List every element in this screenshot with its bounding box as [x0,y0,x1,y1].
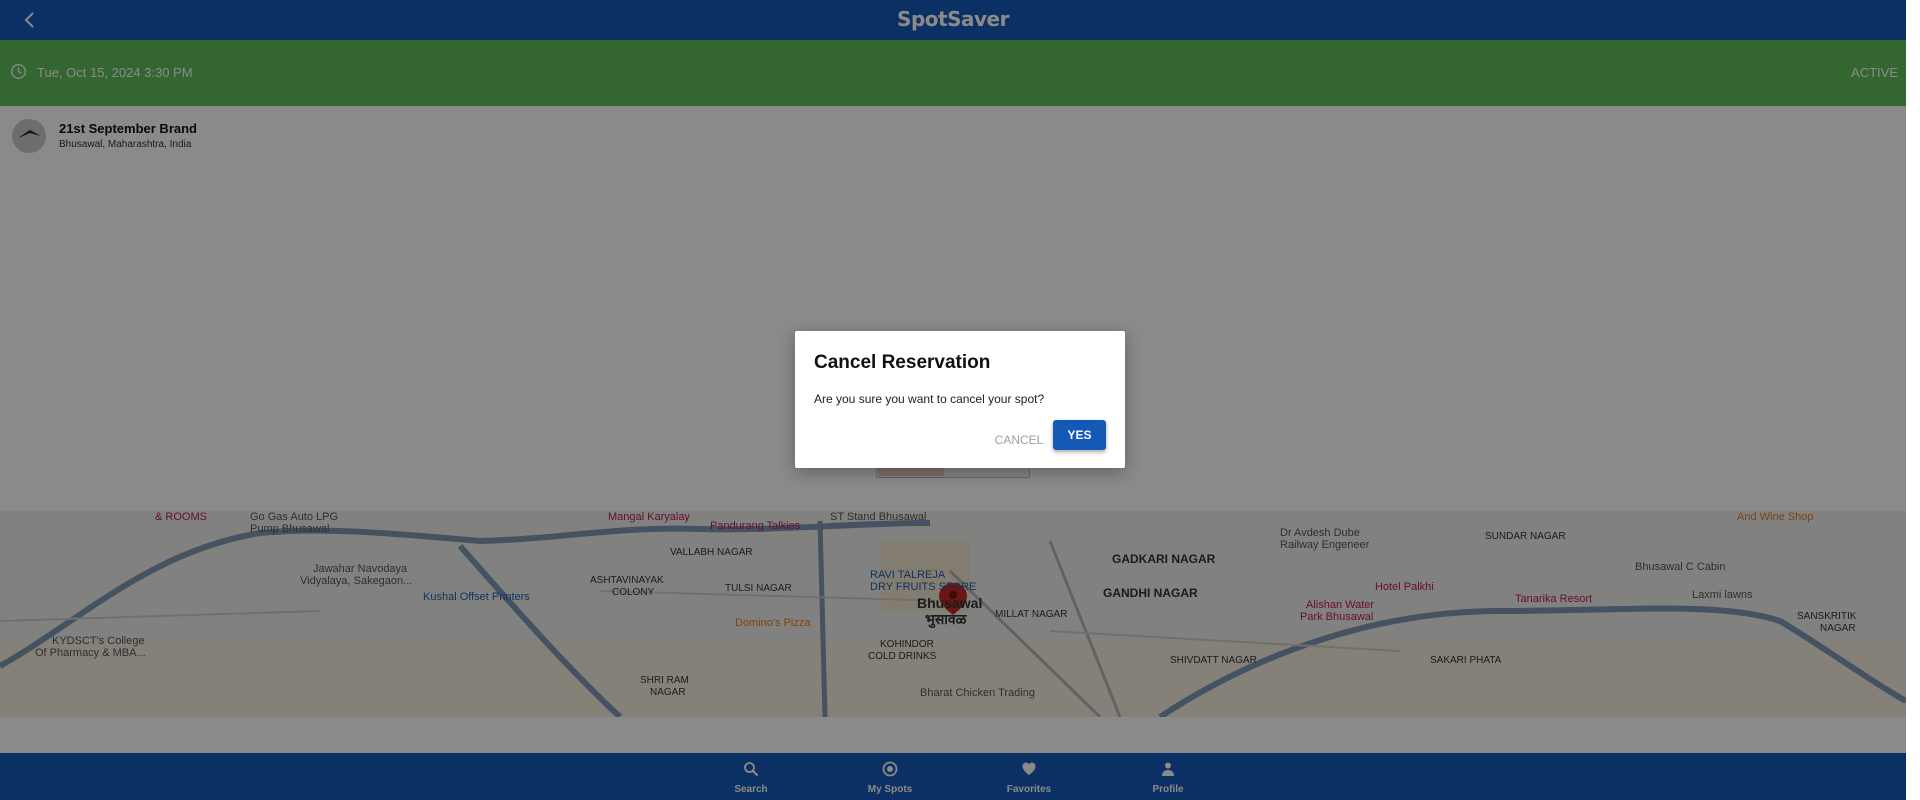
dialog-title: Cancel Reservation [814,352,991,373]
dialog-cancel-button[interactable]: CANCEL [986,427,1052,453]
scrollbar[interactable] [1906,0,1920,800]
dialog-message: Are you sure you want to cancel your spo… [814,392,1045,406]
dialog-yes-button[interactable]: YES [1053,420,1106,450]
cancel-reservation-dialog: Cancel Reservation Are you sure you want… [795,331,1125,468]
